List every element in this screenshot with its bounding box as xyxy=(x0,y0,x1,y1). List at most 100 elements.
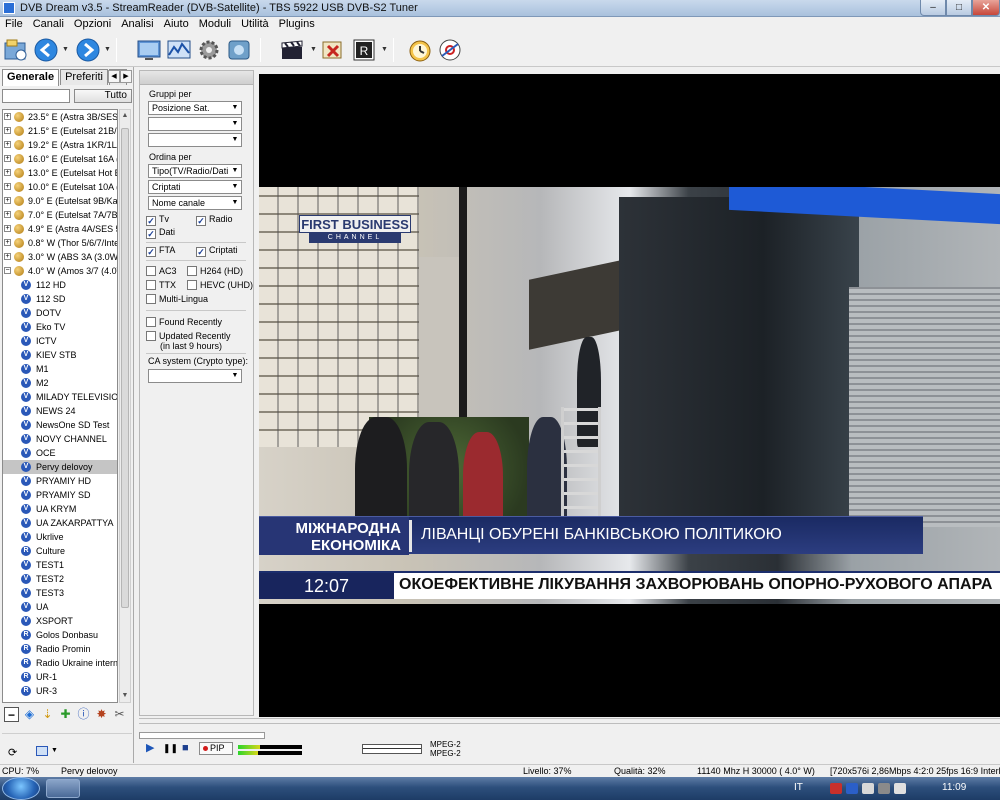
order-by-select-1[interactable]: Tipo(TV/Radio/Dati ▼ xyxy=(148,164,242,178)
channel-item[interactable]: V OCE xyxy=(3,446,117,460)
scroll-down-icon[interactable]: ▼ xyxy=(120,690,130,702)
channel-item[interactable]: V 112 SD xyxy=(3,292,117,306)
tab-favorites[interactable]: Preferiti xyxy=(60,69,108,85)
channel-item[interactable]: V PRYAMIY HD xyxy=(3,474,117,488)
channel-item[interactable]: R Radio Ukraine internat xyxy=(3,656,117,670)
stop-icon[interactable]: ■ xyxy=(182,741,189,755)
maximize-button[interactable]: □ xyxy=(946,0,972,16)
channel-item[interactable]: V Eko TV xyxy=(3,320,117,334)
all-button[interactable]: Tutto xyxy=(74,89,132,103)
back-dropdown-icon[interactable]: ▼ xyxy=(62,46,69,53)
satellite-node[interactable]: +23.5° E (Astra 3B/SES 1 xyxy=(3,110,117,124)
video-area[interactable]: FIRST BUSINESS CHANNEL МІЖНАРОДНА ЕКОНОМ… xyxy=(259,74,1000,717)
tv-screen-icon[interactable] xyxy=(136,37,162,63)
pip-button[interactable]: PIP xyxy=(199,742,233,755)
channel-item[interactable]: R UR-3 xyxy=(3,684,117,698)
satellite-node[interactable]: +4.9° E (Astra 4A/SES 5 xyxy=(3,222,117,236)
hevc-checkbox[interactable]: HEVC (UHD) xyxy=(187,280,253,291)
scroll-up-icon[interactable]: ▲ xyxy=(120,110,130,122)
volume-slider[interactable] xyxy=(139,732,265,739)
menu-options[interactable]: Opzioni xyxy=(69,17,116,33)
epg-icon[interactable] xyxy=(437,37,463,63)
forward-dropdown-icon[interactable]: ▼ xyxy=(104,46,111,53)
close-button[interactable]: ✕ xyxy=(972,0,1000,16)
satellite-node[interactable]: +10.0° E (Eutelsat 10A (1 xyxy=(3,180,117,194)
menu-utilities[interactable]: Utilità xyxy=(236,17,274,33)
encrypted-checkbox[interactable]: ✓ Criptati xyxy=(196,245,238,257)
expand-icon[interactable]: + xyxy=(4,197,11,204)
menu-modules[interactable]: Moduli xyxy=(194,17,236,33)
start-button[interactable] xyxy=(2,777,40,800)
tray-app-icon[interactable] xyxy=(862,783,874,794)
expand-icon[interactable]: + xyxy=(4,113,11,120)
menu-plugins[interactable]: Plugins xyxy=(274,17,320,33)
menu-help[interactable]: Aiuto xyxy=(159,17,194,33)
channel-search-input[interactable] xyxy=(2,89,70,103)
scan-cancel-icon[interactable] xyxy=(320,37,346,63)
channel-item[interactable]: R Culture xyxy=(3,544,117,558)
satellite-node[interactable]: +0.8° W (Thor 5/6/7/Intels xyxy=(3,236,117,250)
ca-system-select[interactable]: ▼ xyxy=(148,369,242,383)
channel-item[interactable]: V Pervy delovoy xyxy=(3,460,117,474)
satellite-node[interactable]: +9.0° E (Eutelsat 9B/Ka-S xyxy=(3,194,117,208)
channel-item[interactable]: V NEWS 24 xyxy=(3,404,117,418)
channel-item[interactable]: R UR-1 xyxy=(3,670,117,684)
clapperboard-icon[interactable] xyxy=(279,37,305,63)
satellite-node[interactable]: − 4.0° W (Amos 3/7 (4.0W xyxy=(3,264,117,278)
ac3-checkbox[interactable]: AC3 xyxy=(146,266,177,277)
channel-item[interactable]: V TEST3 xyxy=(3,586,117,600)
scan-icon[interactable]: ✸ xyxy=(94,707,109,722)
h264-checkbox[interactable]: H264 (HD) xyxy=(187,266,243,277)
fta-checkbox[interactable]: ✓ FTA xyxy=(146,245,175,257)
tray-app-icon[interactable] xyxy=(830,783,842,794)
taskbar-app-button[interactable] xyxy=(46,779,80,798)
move-down-icon[interactable]: ⇣ xyxy=(40,707,55,722)
scroll-thumb[interactable] xyxy=(121,128,129,608)
channel-item[interactable]: V M1 xyxy=(3,362,117,376)
found-recently-checkbox[interactable]: Found Recently xyxy=(146,317,222,328)
record-mode-dropdown-icon[interactable]: ▼ xyxy=(381,46,388,53)
expand-icon[interactable]: + xyxy=(4,253,11,260)
channel-item[interactable]: R Golos Donbasu xyxy=(3,628,117,642)
forward-arrow-icon[interactable] xyxy=(75,37,101,63)
data-checkbox[interactable]: ✓ Dati xyxy=(146,227,175,239)
channel-item[interactable]: V TEST2 xyxy=(3,572,117,586)
view-mode-dropdown-icon[interactable]: ▼ xyxy=(51,747,58,754)
channel-item[interactable]: V PRYAMIY SD xyxy=(3,488,117,502)
move-up-icon[interactable]: ◈ xyxy=(22,707,37,722)
minimize-button[interactable]: – xyxy=(920,0,946,16)
channel-item[interactable]: V 112 HD xyxy=(3,278,117,292)
timer-icon[interactable] xyxy=(407,37,433,63)
expand-icon[interactable]: + xyxy=(4,225,11,232)
group-by-select-3[interactable]: ▼ xyxy=(148,133,242,147)
expand-icon[interactable]: + xyxy=(4,141,11,148)
tab-scroll-right-icon[interactable]: ▶ xyxy=(120,70,132,83)
spectrum-icon[interactable] xyxy=(166,37,192,63)
record-dropdown-icon[interactable]: ▼ xyxy=(310,46,317,53)
expand-icon[interactable]: + xyxy=(4,127,11,134)
expand-icon[interactable]: + xyxy=(4,239,11,246)
satellite-node[interactable]: +7.0° E (Eutelsat 7A/7B ( xyxy=(3,208,117,222)
collapse-icon[interactable]: − xyxy=(4,267,11,274)
channel-item[interactable]: V ICTV xyxy=(3,334,117,348)
expand-icon[interactable]: + xyxy=(4,211,11,218)
channel-item[interactable]: R Radio Promin xyxy=(3,642,117,656)
back-arrow-icon[interactable] xyxy=(33,37,59,63)
pause-icon[interactable]: ❚❚ xyxy=(163,741,178,755)
info-icon[interactable]: ⓘ xyxy=(76,707,91,722)
channel-item[interactable]: V UA ZAKARPATTYA xyxy=(3,516,117,530)
gear-icon[interactable] xyxy=(196,37,222,63)
channel-item[interactable]: V TEST1 xyxy=(3,558,117,572)
expand-icon[interactable]: + xyxy=(4,155,11,162)
order-by-select-2[interactable]: Criptati ▼ xyxy=(148,180,242,194)
group-by-select-2[interactable]: ▼ xyxy=(148,117,242,131)
channel-tree-scrollbar[interactable]: ▲ ▼ xyxy=(119,109,131,703)
channel-item[interactable]: V MILADY TELEVISION xyxy=(3,390,117,404)
channel-tree[interactable]: +23.5° E (Astra 3B/SES 1 +21.5° E (Eutels… xyxy=(2,109,118,703)
record-icon[interactable]: R xyxy=(351,37,377,63)
group-by-select[interactable]: Posizione Sat. ▼ xyxy=(148,101,242,115)
menu-analysis[interactable]: Analisi xyxy=(116,17,158,33)
order-by-select-3[interactable]: Nome canale ▼ xyxy=(148,196,242,210)
delete-icon[interactable]: ✂ xyxy=(112,707,127,722)
add-icon[interactable]: ✚ xyxy=(58,707,73,722)
